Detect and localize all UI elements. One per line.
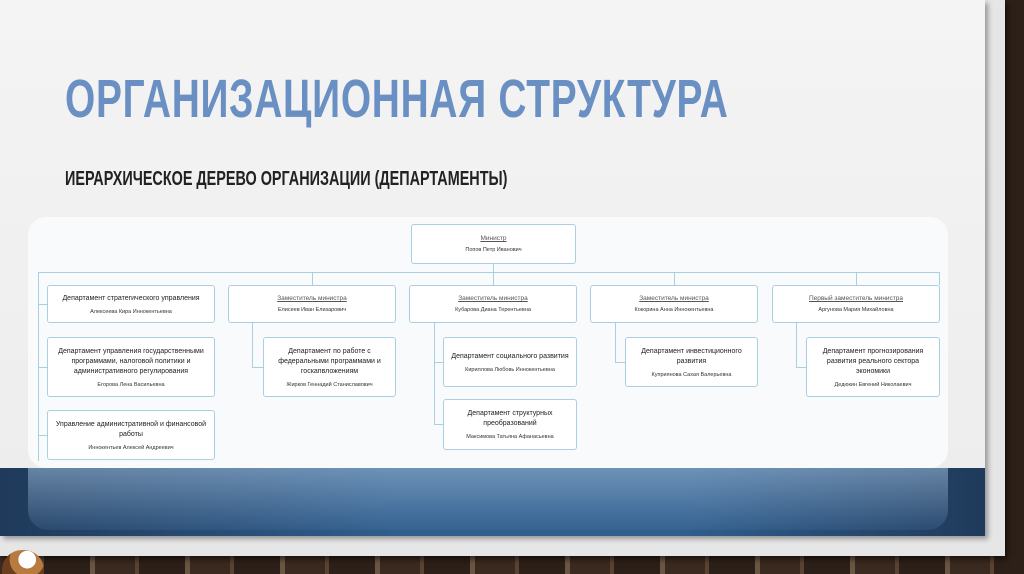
node-person: Кириллова Любовь Иннокентьевна (465, 366, 555, 373)
org-node-department[interactable]: Департамент управления государственными … (47, 337, 215, 397)
connector (615, 323, 616, 363)
connector (493, 264, 494, 272)
org-node-department[interactable]: Департамент стратегического управления А… (47, 285, 215, 323)
node-person: Аргунова Мария Михайловна (818, 307, 894, 313)
node-person: Куприянова Сахая Валерьевна (651, 371, 732, 378)
org-node-department[interactable]: Департамент по работе с федеральными про… (263, 337, 396, 397)
connector (252, 367, 263, 368)
org-node-department[interactable]: Департамент структурных преобразований М… (443, 399, 577, 450)
node-person: Попов Петр Иванович (465, 247, 522, 253)
org-node-department[interactable]: Департамент социального развития Кирилло… (443, 337, 577, 387)
org-node-deputy[interactable]: Заместитель министра Елисеев Иван Елизар… (228, 285, 396, 323)
slide-title: ОРГАНИЗАЦИОННАЯ СТРУКТУРА (65, 69, 729, 129)
node-department: Департамент прогнозирования развития реа… (822, 347, 924, 375)
connector (493, 272, 494, 285)
node-department: Управление административной и финансовой… (55, 420, 207, 438)
node-person: Кокорина Анна Иннокентьевна (634, 307, 714, 313)
org-node-department[interactable]: Управление административной и финансовой… (47, 410, 215, 460)
node-person: Егорова Лена Васильевна (97, 381, 165, 388)
slide-subtitle: ИЕРАРХИЧЕСКОЕ ДЕРЕВО ОРГАНИЗАЦИИ (ДЕПАРТ… (65, 168, 508, 190)
node-department: Департамент по работе с федеральными про… (278, 347, 381, 375)
org-node-deputy[interactable]: Заместитель министра Кубарова Диана Тере… (409, 285, 577, 323)
node-person: Кубарова Диана Терентьевна (455, 307, 531, 313)
node-person: Иннокентьев Алексей Андреевич (88, 444, 174, 451)
node-person: Максимова Татьяна Афанасьевна (466, 434, 554, 440)
connector (796, 323, 797, 368)
node-person: Елисеев Иван Елизарович (277, 307, 347, 313)
connector (38, 367, 47, 368)
connector (674, 272, 675, 285)
connector (312, 272, 313, 285)
node-department: Департамент инвестиционного развития (641, 347, 742, 365)
org-node-department[interactable]: Департамент инвестиционного развития Куп… (625, 337, 758, 387)
org-node-minister[interactable]: Министр Попов Петр Иванович (411, 224, 576, 264)
connector (856, 272, 857, 285)
node-person: Дедюкин Евгений Николаевич (834, 381, 912, 388)
node-role[interactable]: Заместитель министра (235, 295, 389, 302)
node-role[interactable]: Заместитель министра (597, 295, 751, 302)
org-node-first-deputy[interactable]: Первый заместитель министра Аргунова Мар… (772, 285, 940, 323)
node-department: Департамент стратегического управления (62, 294, 200, 302)
chart-reflection (28, 468, 948, 530)
connector (939, 272, 940, 285)
connector (38, 435, 47, 436)
connector (38, 304, 47, 305)
connector (615, 362, 625, 363)
node-person: Алексеева Кира Иннокентьевна (90, 308, 172, 315)
org-node-department[interactable]: Департамент прогнозирования развития реа… (806, 337, 940, 397)
node-role[interactable]: Первый заместитель министра (779, 295, 933, 302)
connector (434, 362, 443, 363)
node-role[interactable]: Министр (418, 235, 569, 242)
connector (252, 323, 253, 368)
node-department: Департамент управления государственными … (58, 347, 204, 375)
connector (434, 424, 443, 425)
node-department: Департамент социального развития (451, 352, 569, 360)
node-role[interactable]: Заместитель министра (416, 295, 570, 302)
node-department: Департамент структурных преобразований (467, 410, 553, 427)
node-person: Жирков Геннадий Станиславович (286, 381, 373, 388)
connector (796, 367, 806, 368)
connector (38, 272, 940, 273)
org-node-deputy[interactable]: Заместитель министра Кокорина Анна Иннок… (590, 285, 758, 323)
slide: ОРГАНИЗАЦИОННАЯ СТРУКТУРА ИЕРАРХИЧЕСКОЕ … (0, 0, 985, 536)
connector (434, 323, 435, 425)
